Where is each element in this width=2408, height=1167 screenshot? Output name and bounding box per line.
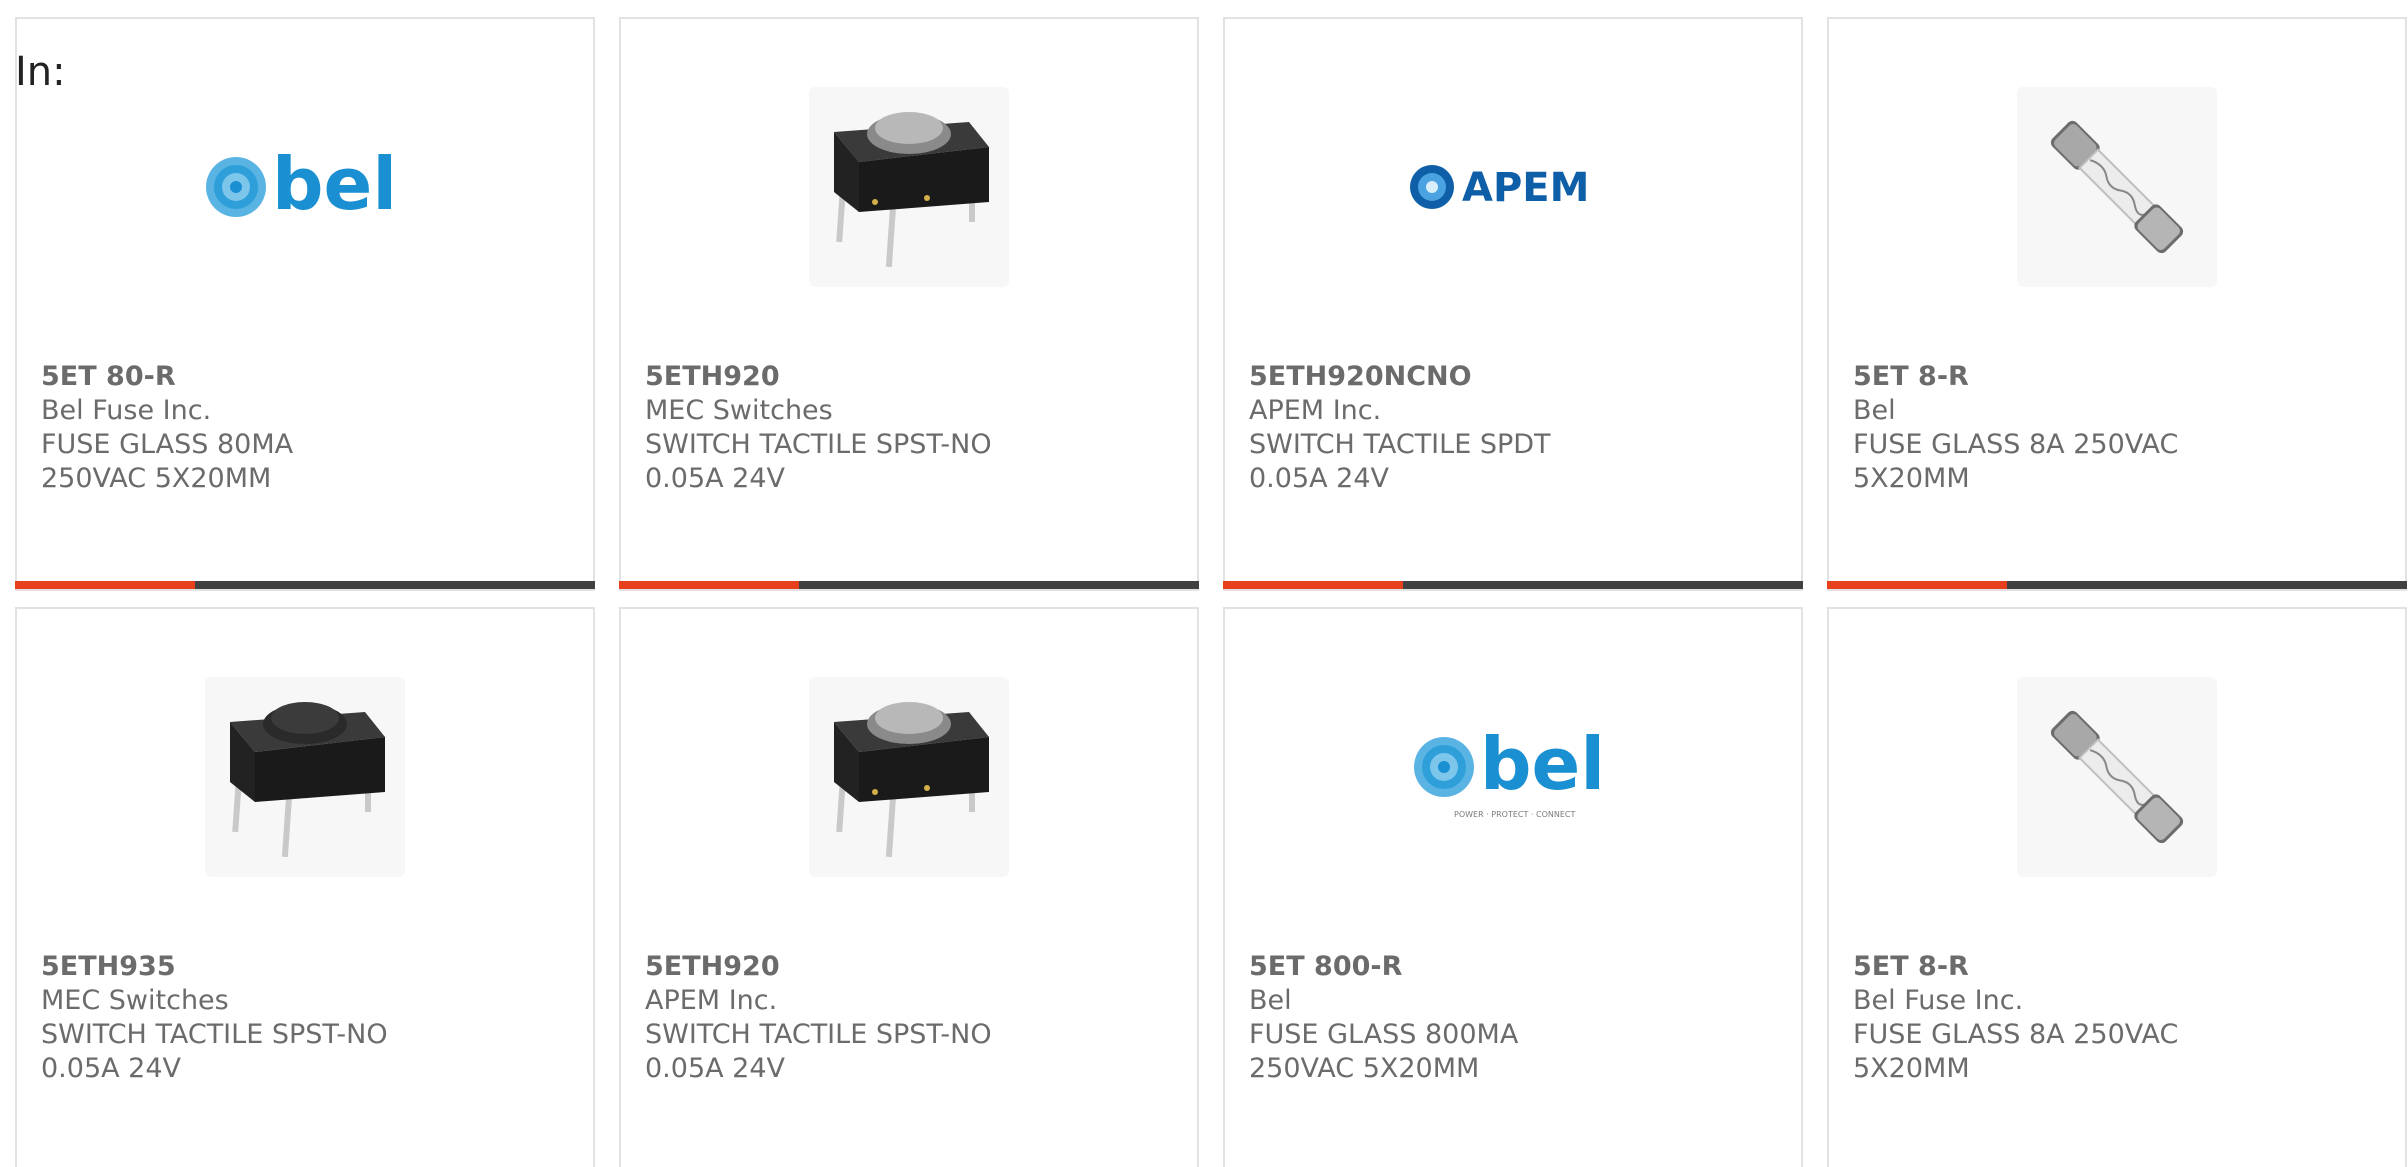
product-info: 5ET 80-R Bel Fuse Inc. FUSE GLASS 80MA 2… — [41, 360, 569, 496]
description: SWITCH TACTILE SPST-NO 0.05A 24V — [41, 1019, 388, 1084]
manufacturer: Bel Fuse Inc. — [1853, 985, 2024, 1016]
svg-text:POWER · PROTECT · CONNECT: POWER · PROTECT · CONNECT — [1454, 810, 1575, 819]
glass-fuse-icon — [2050, 710, 2184, 844]
progress-bar — [15, 581, 595, 589]
description: FUSE GLASS 800MA 250VAC 5X20MM — [1249, 1019, 1519, 1084]
product-image — [1829, 674, 2405, 880]
bel-logo-icon: bel — [206, 147, 397, 226]
product-info: 5ET 8-R Bel Fuse Inc. FUSE GLASS 8A 250V… — [1853, 950, 2381, 1086]
image-frame — [809, 677, 1009, 877]
description: SWITCH TACTILE SPDT 0.05A 24V — [1249, 429, 1551, 494]
manufacturer: Bel — [1853, 395, 1896, 426]
product-info: 5ETH920 MEC Switches SWITCH TACTILE SPST… — [645, 360, 1173, 496]
product-image — [17, 674, 593, 880]
product-card[interactable]: APEM 5ETH920NCNO APEM Inc. SWITCH TACTIL… — [1223, 17, 1803, 591]
apem-logo-icon: APEM — [1410, 165, 1589, 211]
progress-bar-fill — [15, 581, 195, 589]
product-image — [1829, 84, 2405, 290]
part-number[interactable]: 5ET 8-R — [1853, 950, 2381, 984]
svg-text:bel: bel — [272, 147, 397, 226]
manufacturer: Bel — [1249, 985, 1292, 1016]
product-card[interactable]: 5ET 8-R Bel FUSE GLASS 8A 250VAC 5X20MM — [1827, 17, 2407, 591]
progress-bar-fill — [1223, 581, 1403, 589]
product-card[interactable]: bel 5ET 80-R Bel Fuse Inc. FUSE GLASS 80… — [15, 17, 595, 591]
product-info: 5ETH935 MEC Switches SWITCH TACTILE SPST… — [41, 950, 569, 1086]
manufacturer: Bel Fuse Inc. — [41, 395, 212, 426]
progress-bar — [619, 581, 1199, 589]
part-number[interactable]: 5ET 80-R — [41, 360, 569, 394]
description: SWITCH TACTILE SPST-NO 0.05A 24V — [645, 429, 992, 494]
product-image — [621, 84, 1197, 290]
description: FUSE GLASS 80MA 250VAC 5X20MM — [41, 429, 294, 494]
product-image: bel POWER · PROTECT · CONNECT — [1225, 674, 1801, 880]
part-number[interactable]: 5ET 8-R — [1853, 360, 2381, 394]
page: bel 5ET 80-R Bel Fuse Inc. FUSE GLASS 80… — [0, 0, 2408, 1167]
product-card[interactable]: 5ET 8-R Bel Fuse Inc. FUSE GLASS 8A 250V… — [1827, 607, 2407, 1167]
part-number[interactable]: 5ETH935 — [41, 950, 569, 984]
description: FUSE GLASS 8A 250VAC 5X20MM — [1853, 1019, 2179, 1084]
progress-bar-fill — [619, 581, 799, 589]
progress-bar-fill — [1827, 581, 2007, 589]
tactile-switch-icon — [834, 702, 989, 858]
part-number[interactable]: 5ETH920NCNO — [1249, 360, 1777, 394]
product-info: 5ET 800-R Bel FUSE GLASS 800MA 250VAC 5X… — [1249, 950, 1777, 1086]
product-info: 5ETH920 APEM Inc. SWITCH TACTILE SPST-NO… — [645, 950, 1173, 1086]
product-card[interactable]: 5ETH920 MEC Switches SWITCH TACTILE SPST… — [619, 17, 1199, 591]
image-frame — [2017, 87, 2217, 287]
image-frame — [2017, 677, 2217, 877]
product-grid: bel 5ET 80-R Bel Fuse Inc. FUSE GLASS 80… — [15, 17, 2407, 1167]
product-info: 5ET 8-R Bel FUSE GLASS 8A 250VAC 5X20MM — [1853, 360, 2381, 496]
progress-bar — [1827, 581, 2407, 589]
product-image — [621, 674, 1197, 880]
manufacturer: APEM Inc. — [645, 985, 778, 1016]
svg-text:bel: bel — [1480, 727, 1605, 806]
product-card[interactable]: 5ETH920 APEM Inc. SWITCH TACTILE SPST-NO… — [619, 607, 1199, 1167]
manufacturer: MEC Switches — [645, 395, 833, 426]
tactile-switch-icon — [834, 112, 989, 268]
image-frame — [809, 87, 1009, 287]
product-card[interactable]: bel POWER · PROTECT · CONNECT 5ET 800-R … — [1223, 607, 1803, 1167]
part-number[interactable]: 5ET 800-R — [1249, 950, 1777, 984]
search-in-label: In: — [15, 49, 66, 95]
glass-fuse-icon — [2050, 120, 2184, 254]
manufacturer: APEM Inc. — [1249, 395, 1382, 426]
image-frame — [205, 677, 405, 877]
tactile-switch-icon — [230, 702, 385, 858]
manufacturer: MEC Switches — [41, 985, 229, 1016]
part-number[interactable]: 5ETH920 — [645, 360, 1173, 394]
product-image: bel — [17, 84, 593, 290]
description: FUSE GLASS 8A 250VAC 5X20MM — [1853, 429, 2179, 494]
svg-text:APEM: APEM — [1462, 165, 1589, 211]
description: SWITCH TACTILE SPST-NO 0.05A 24V — [645, 1019, 992, 1084]
bel-logo-icon: bel POWER · PROTECT · CONNECT — [1414, 727, 1605, 819]
product-card[interactable]: 5ETH935 MEC Switches SWITCH TACTILE SPST… — [15, 607, 595, 1167]
part-number[interactable]: 5ETH920 — [645, 950, 1173, 984]
product-image: APEM — [1225, 84, 1801, 290]
progress-bar — [1223, 581, 1803, 589]
product-info: 5ETH920NCNO APEM Inc. SWITCH TACTILE SPD… — [1249, 360, 1777, 496]
